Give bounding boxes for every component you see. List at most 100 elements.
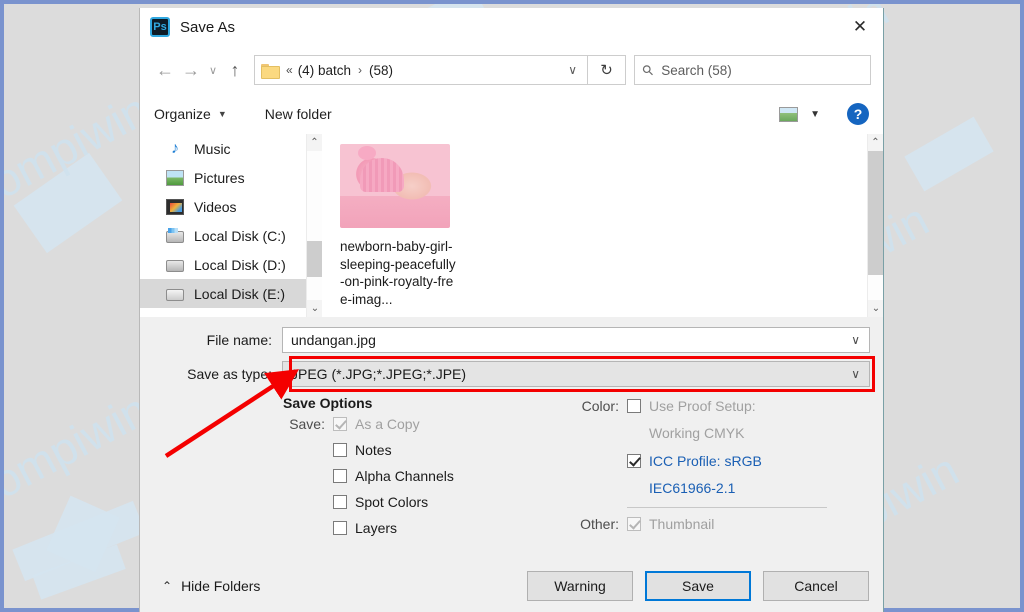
option-label: ICC Profile: sRGB (649, 453, 762, 469)
videos-icon (166, 198, 184, 215)
cancel-button[interactable]: Cancel (763, 571, 869, 601)
new-folder-button[interactable]: New folder (265, 106, 332, 122)
scroll-down-icon[interactable]: ⌄ (307, 300, 322, 317)
watermark-text: kompiwin (4, 383, 157, 519)
checkbox-alpha-channels[interactable] (333, 469, 347, 483)
proof-setup-sub-label: Working CMYK (649, 425, 745, 441)
checkbox-as-a-copy[interactable] (333, 417, 347, 431)
breadcrumb-item-1[interactable]: (58) (369, 63, 393, 78)
organize-button[interactable]: Organize ▼ (154, 106, 227, 122)
option-row-alpha-channels: Alpha Channels (283, 468, 573, 494)
drive-icon (166, 228, 184, 243)
file-name-input[interactable]: undangan.jpg ∨ (282, 327, 870, 353)
sidebar-item-local-disk-d[interactable]: Local Disk (D:) (140, 250, 322, 279)
change-view-icon[interactable] (779, 106, 799, 122)
help-icon[interactable]: ? (847, 103, 869, 125)
navigation-pane: ♪ Music Pictures Videos Local Disk (C:) (140, 134, 322, 317)
forward-button[interactable]: → (178, 55, 204, 85)
folder-icon (261, 63, 280, 79)
scrollbar-thumb[interactable] (868, 151, 883, 275)
dialog-footer: ⌃ Hide Folders Warning Save Cancel (140, 560, 883, 612)
option-row-icc-profile: ICC Profile: sRGB (577, 453, 867, 479)
save-options-title: Save Options (283, 395, 373, 411)
option-label: Alpha Channels (355, 468, 454, 484)
checkbox-icc-profile[interactable] (627, 454, 641, 468)
sidebar-item-videos[interactable]: Videos (140, 192, 322, 221)
title-bar: Ps Save As ✕ (140, 8, 883, 46)
scrollbar-thumb[interactable] (307, 241, 322, 277)
file-name-label: File name: (206, 332, 272, 348)
warning-button[interactable]: Warning (527, 571, 633, 601)
navigation-bar: ← → ∨ ↑ « (4) batch › (58) ∨ ↻ ⚲ Search … (140, 46, 883, 94)
sidebar-item-label: Pictures (194, 169, 245, 186)
refresh-icon[interactable]: ↻ (588, 55, 626, 85)
close-icon[interactable]: ✕ (837, 8, 883, 46)
option-row-use-proof-setup: Color: Use Proof Setup: (577, 398, 867, 424)
checkbox-spot-colors[interactable] (333, 495, 347, 509)
music-icon: ♪ (171, 139, 179, 157)
command-toolbar: Organize ▼ New folder ▼ ? (140, 94, 883, 134)
scroll-down-icon[interactable]: ⌄ (868, 300, 883, 317)
file-browser: ♪ Music Pictures Videos Local Disk (C:) (140, 134, 883, 317)
sidebar-item-pictures[interactable]: Pictures (140, 163, 322, 192)
sidebar-item-label: Videos (194, 198, 237, 215)
breadcrumb-overflow[interactable]: « (286, 63, 293, 77)
checkbox-use-proof-setup[interactable] (627, 399, 641, 413)
option-label: Notes (355, 442, 392, 458)
watermark-shape (46, 495, 120, 573)
file-list-scrollbar[interactable]: ⌃ ⌄ (867, 134, 883, 317)
breadcrumb-item-0[interactable]: (4) batch (298, 63, 351, 78)
list-item[interactable]: newborn-baby-girl-sleeping-peacefully-on… (340, 144, 883, 308)
sidebar-item-local-disk-c[interactable]: Local Disk (C:) (140, 221, 322, 250)
watermark-text: kompiwin (4, 83, 157, 219)
option-label: Layers (355, 520, 398, 536)
chevron-down-icon[interactable]: ∨ (842, 367, 869, 381)
save-as-dialog: Ps Save As ✕ ← → ∨ ↑ « (4) batch › (58) … (139, 8, 884, 612)
file-name-label: newborn-baby-girl-sleeping-peacefully-on… (340, 239, 456, 307)
option-row-layers: Layers (283, 520, 573, 546)
option-label: Thumbnail (649, 516, 715, 532)
watermark-shape (32, 544, 126, 600)
scroll-up-icon[interactable]: ⌃ (868, 134, 883, 151)
page-frame: kompiwin kompiwin kompiwin kompiwin komp… (0, 0, 1024, 612)
drive-icon (166, 260, 184, 272)
file-name-value: undangan.jpg (291, 332, 376, 348)
option-row-thumbnail: Other: Thumbnail (577, 516, 867, 542)
checkbox-notes[interactable] (333, 443, 347, 457)
breadcrumb-separator: › (357, 63, 362, 77)
drive-icon (166, 289, 184, 301)
option-row-notes: Notes (283, 442, 573, 468)
checkbox-thumbnail[interactable] (627, 517, 641, 531)
option-row-spot-colors: Spot Colors (283, 494, 573, 520)
sidebar-item-label: Local Disk (E:) (194, 285, 286, 302)
search-placeholder: Search (58) (661, 62, 732, 78)
photoshop-icon: Ps (150, 17, 170, 37)
hide-folders-label: Hide Folders (181, 578, 261, 594)
sidebar-item-local-disk-e[interactable]: Local Disk (E:) (140, 279, 322, 308)
chevron-down-icon[interactable]: ▼ (810, 109, 820, 120)
color-prefix-label: Color: (581, 398, 619, 414)
file-list-pane[interactable]: newborn-baby-girl-sleeping-peacefully-on… (322, 134, 883, 317)
chevron-down-icon[interactable]: ∨ (842, 333, 869, 347)
sidebar-item-music[interactable]: ♪ Music (140, 134, 322, 163)
option-row-as-a-copy: Save: As a Copy (283, 416, 573, 442)
search-input[interactable]: ⚲ Search (58) (634, 55, 871, 85)
back-button[interactable]: ← (152, 55, 178, 85)
chevron-up-icon: ⌃ (162, 579, 173, 593)
hide-folders-button[interactable]: ⌃ Hide Folders (162, 578, 260, 594)
save-as-type-select[interactable]: JPEG (*.JPG;*.JPEG;*.JPE) ∨ (282, 361, 870, 387)
checkbox-layers[interactable] (333, 521, 347, 535)
recent-locations-icon[interactable]: ∨ (204, 64, 222, 77)
sidebar-item-label: Local Disk (D:) (194, 256, 286, 273)
save-button[interactable]: Save (645, 571, 751, 601)
chevron-down-icon: ▼ (217, 109, 227, 119)
up-button[interactable]: ↑ (222, 55, 248, 85)
form-area: File name: undangan.jpg ∨ Save as type: … (140, 317, 883, 612)
watermark-shape (904, 116, 994, 192)
address-bar[interactable]: « (4) batch › (58) ∨ (254, 55, 588, 85)
chevron-down-icon[interactable]: ∨ (560, 63, 585, 77)
sidebar-item-label: Music (194, 140, 231, 157)
navigation-pane-scrollbar[interactable]: ⌃ ⌄ (306, 134, 322, 317)
scroll-up-icon[interactable]: ⌃ (307, 134, 322, 151)
search-icon: ⚲ (638, 60, 658, 79)
